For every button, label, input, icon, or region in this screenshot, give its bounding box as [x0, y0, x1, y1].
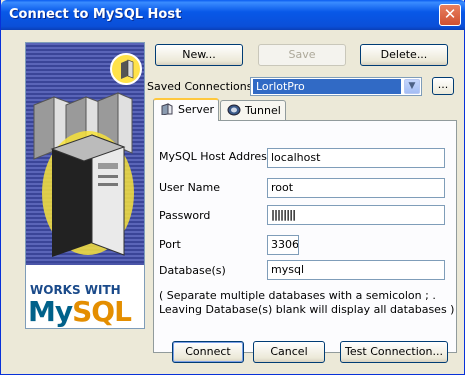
saved-connections-label: Saved Connections: — [147, 80, 257, 93]
database-help-text: ( Separate multiple databases with a sem… — [159, 289, 455, 316]
tab-tunnel[interactable]: Tunnel — [220, 100, 286, 121]
save-button[interactable]: Save — [258, 44, 346, 66]
dialog-body: WORKS WITH MySQL New... Save Delete... S… — [4, 30, 461, 372]
database-label: Database(s) — [159, 264, 226, 277]
saved-connections-value: LorlotPro — [253, 79, 401, 94]
saved-connections-select[interactable]: LorlotPro ▼ — [250, 77, 422, 96]
port-label: Port — [159, 238, 181, 251]
close-button[interactable]: ✕ — [439, 4, 461, 26]
connect-dialog: Connect to MySQL Host ✕ WORKS WITH MySQL… — [0, 0, 465, 375]
title-bar[interactable]: Connect to MySQL Host ✕ — [1, 0, 465, 30]
host-input[interactable]: localhost — [267, 148, 445, 168]
test-connection-button[interactable]: Test Connection... — [340, 341, 448, 363]
chevron-down-icon[interactable]: ▼ — [404, 79, 420, 94]
password-label: Password — [159, 209, 211, 222]
mysql-logo: MySQL — [28, 295, 132, 328]
user-input[interactable]: root — [267, 178, 445, 198]
window-title: Connect to MySQL Host — [9, 7, 182, 22]
connect-button[interactable]: Connect — [172, 341, 244, 363]
port-input[interactable]: 3306 — [267, 235, 299, 255]
tunnel-icon — [227, 103, 241, 116]
cancel-button[interactable]: Cancel — [253, 341, 325, 363]
user-label: User Name — [159, 181, 221, 194]
new-button[interactable]: New... — [155, 44, 243, 66]
host-label: MySQL Host Address — [159, 150, 273, 163]
tab-server[interactable]: Server — [153, 98, 219, 121]
delete-button[interactable]: Delete... — [360, 44, 448, 66]
password-input[interactable]: |||||||| — [267, 205, 445, 225]
server-icon — [160, 102, 174, 116]
server-badge-icon — [110, 53, 142, 85]
browse-button[interactable]: ... — [432, 77, 454, 95]
mysql-banner-image: WORKS WITH MySQL — [25, 42, 145, 329]
database-input[interactable]: mysql — [267, 260, 445, 280]
